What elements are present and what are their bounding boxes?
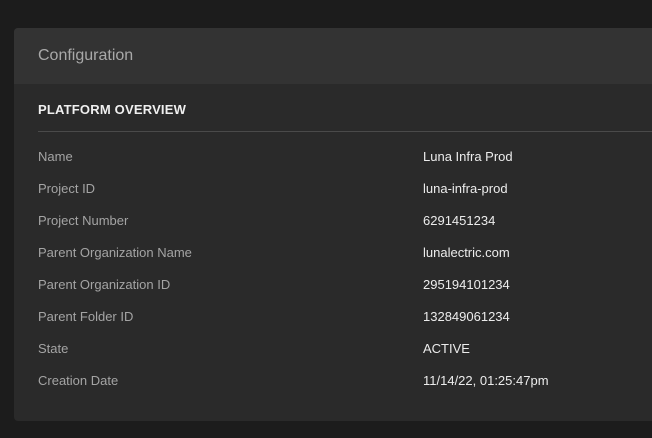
row-label: Parent Organization Name (38, 244, 192, 260)
row-value: Luna Infra Prod (423, 148, 513, 164)
row-label: Name (38, 148, 73, 164)
row-label: Parent Folder ID (38, 308, 134, 324)
details-list: Name Luna Infra Prod Project ID luna-infra… (38, 140, 652, 396)
row-value: 11/14/22, 01:25:47pm (423, 372, 549, 388)
row-value: lunalectric.com (423, 244, 510, 260)
platform-overview-section: PLATFORM OVERVIEW Name Luna Infra Prod Pr… (38, 102, 652, 396)
detail-row-parent-org-id: Parent Organization ID 295194101234 (38, 268, 652, 300)
detail-row-name: Name Luna Infra Prod (38, 140, 652, 172)
detail-row-state: State ACTIVE (38, 332, 652, 364)
row-label: Project Number (38, 212, 129, 228)
row-value: luna-infra-prod (423, 180, 508, 196)
detail-row-project-number: Project Number 6291451234 (38, 204, 652, 236)
row-label: State (38, 340, 69, 356)
configuration-card: Configuration PLATFORM OVERVIEW Name Luna… (14, 28, 652, 421)
detail-row-parent-org-name: Parent Organization Name lunalectric.com (38, 236, 652, 268)
card-title: Configuration (38, 47, 134, 64)
card-header: Configuration (14, 28, 652, 84)
detail-row-parent-folder-id: Parent Folder ID 132849061234 (38, 300, 652, 332)
row-value: 132849061234 (423, 308, 510, 324)
row-label: Creation Date (38, 372, 119, 388)
row-value: 295194101234 (423, 276, 510, 292)
row-label: Project ID (38, 180, 96, 196)
row-value: 6291451234 (423, 212, 496, 228)
section-title: PLATFORM OVERVIEW (38, 102, 187, 117)
detail-row-project-id: Project ID luna-infra-prod (38, 172, 652, 204)
divider (38, 131, 652, 132)
row-value: ACTIVE (423, 340, 470, 356)
detail-row-creation-date: Creation Date 11/14/22, 01:25:47pm (38, 364, 652, 396)
row-label: Parent Organization ID (38, 276, 171, 292)
